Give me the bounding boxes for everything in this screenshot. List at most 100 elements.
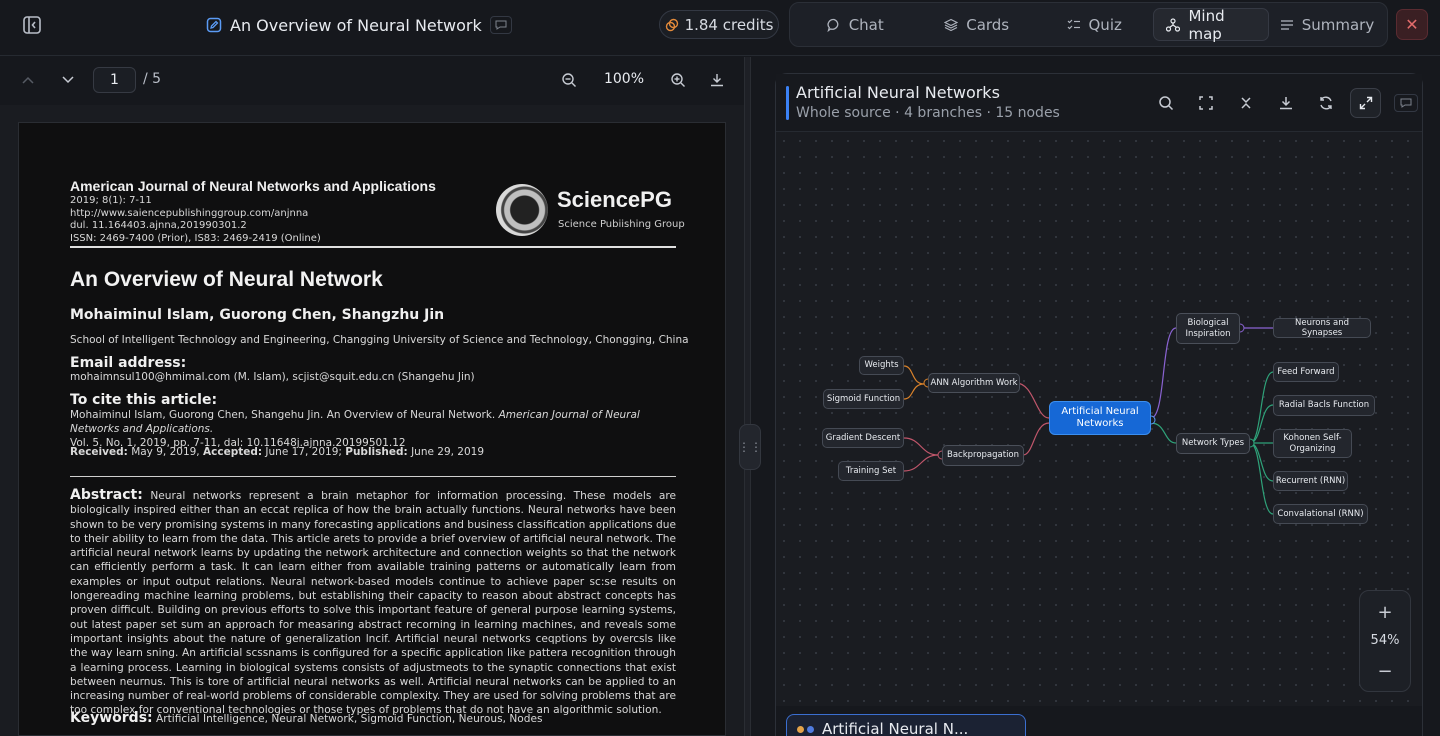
keywords: Keywords: Artificial Intelligence, Neura… [70,710,543,726]
download-icon[interactable] [708,71,726,89]
accepted-label: Accepted: [203,446,263,458]
node-radial-basis[interactable]: Radial Bacls Function [1273,395,1375,416]
tab-mind-map-label: Mind map [1188,6,1225,43]
node-network-types[interactable]: Network Types [1176,433,1250,454]
tab-quiz-label: Quiz [1088,15,1122,34]
journal-meta-line: ISSN: 2469-7400 (Prior), IS83: 2469-2419… [70,232,321,244]
mind-map-history-chip[interactable]: Artificial Neural N... [786,714,1026,736]
link-types-conv [1249,442,1274,515]
zoom-in-plus-icon[interactable]: + [1373,600,1397,624]
document-title-group: An Overview of Neural Network [206,12,512,38]
mind-map-chip-label: Artificial Neural N... [822,720,969,736]
link-root-ann [1015,382,1050,419]
title-accent-bar [786,86,789,120]
document-title[interactable]: An Overview of Neural Network [230,16,482,35]
link-root-bio [1150,327,1177,419]
published-label: Published: [345,446,408,458]
node-recurrent[interactable]: Recurrent (RNN) [1273,471,1348,491]
chat-bubble-icon [827,18,841,32]
publication-dates: Received: May 9, 2019, Accepted: June 17… [70,446,484,458]
mind-map-chip-icon [797,725,814,733]
mind-map-zoom-level: 54% [1370,633,1400,648]
journal-meta: 2019; 8(1): 7-11 http://www.saiencepubli… [70,195,490,245]
paper-affiliation: School of Intelligent Technology and Eng… [70,334,689,346]
tab-summary-label: Summary [1301,15,1375,34]
prev-page-chevron-up-icon[interactable] [18,70,38,90]
search-icon[interactable] [1150,88,1181,118]
citation-text: Mohaiminul Islam, Guorong Chen, Shangehu… [70,409,496,421]
node-training-set[interactable]: Training Set [838,461,904,481]
credits-badge[interactable]: 1.84 credits [659,10,779,39]
pdf-zoom-level: 100% [603,71,645,87]
node-sigmoid-function[interactable]: Sigmoid Function [823,389,904,409]
tab-chat[interactable]: Chat [796,8,914,41]
node-feed-forward[interactable]: Feed Forward [1273,362,1339,382]
summary-lines-icon [1280,18,1294,32]
expand-icon[interactable] [1350,88,1381,118]
link-backprop-gradient [903,437,939,456]
received-label: Received: [70,446,128,458]
close-icon: ✕ [1405,15,1419,34]
sidebar-toggle-icon[interactable] [20,13,44,37]
credits-coin-icon [665,18,679,32]
link-backprop-training [903,454,939,472]
link-types-rbf [1249,404,1274,444]
credits-label: 1.84 credits [684,15,774,34]
abstract-divider [70,476,676,477]
link-types-feedforward [1249,371,1274,444]
journal-name: American Journal of Neural Networks and … [70,178,436,194]
link-ann-weights [903,365,925,385]
tab-cards-label: Cards [966,15,1010,34]
collapse-all-icon[interactable] [1230,88,1261,118]
fit-view-icon[interactable] [1190,88,1221,118]
tab-quiz[interactable]: Quiz [1039,8,1150,41]
tab-summary[interactable]: Summary [1273,8,1381,41]
tab-chat-label: Chat [848,15,884,34]
link-root-backprop [1022,422,1050,456]
abstract-heading: Abstract: [70,487,143,503]
tab-mind-map[interactable]: Mind map [1153,6,1269,43]
comment-icon[interactable] [1390,88,1421,118]
paper-title: An Overview of Neural Network [70,268,383,291]
node-ann-algorithm[interactable]: ANN Algorithm Work [928,373,1020,393]
comment-icon[interactable] [489,16,512,34]
zoom-out-minus-icon[interactable]: − [1373,659,1397,683]
node-weights[interactable]: Weights [859,356,904,375]
mind-map-canvas[interactable]: Artificial Neural Networks ANN Algorithm… [776,133,1422,705]
journal-meta-line: 2019; 8(1): 7-11 [70,195,152,206]
node-gradient-descent[interactable]: Gradient Descent [822,428,904,448]
email-heading: Email address: [70,355,187,371]
cite-heading: To cite this article: [70,392,218,408]
zoom-in-icon[interactable] [669,71,687,89]
page-number-input[interactable]: 1 [93,67,136,93]
tab-cards[interactable]: Cards [918,8,1034,41]
download-icon[interactable] [1270,88,1301,118]
node-backpropagation[interactable]: Backpropagation [942,445,1024,466]
mind-map-icon [1166,17,1181,32]
next-page-chevron-down-icon[interactable] [58,70,78,90]
header-divider [70,246,676,248]
mind-map-toolbar [1150,88,1421,118]
email-address: mohaimnsul100@hmimal.com (M. Islam), scj… [70,371,475,383]
zoom-out-icon[interactable] [560,71,578,89]
page-total: / 5 [143,71,162,87]
node-biological-inspiration[interactable]: Biological Inspiration [1176,313,1240,344]
journal-meta-line: dul. 11.164403.ajnna,201990301.2 [70,220,247,231]
close-button[interactable]: ✕ [1396,9,1428,40]
keywords-heading: Keywords: [70,710,153,726]
node-neurons-synapses[interactable]: Neurons and Synapses [1273,318,1371,338]
journal-meta-line: http://www.saiencepublishinggroup.com/an… [70,207,309,219]
regenerate-icon[interactable] [1310,88,1341,118]
pane-divider[interactable] [744,57,751,736]
publisher-subtitle: Science Pubiishing Group [558,219,685,230]
mind-map-title: Artificial Neural Networks [796,83,1000,102]
drag-handle-icon[interactable]: ⋮⋮ [738,424,762,470]
mode-tabs: Chat Cards Quiz Mind map Summary [789,2,1388,47]
accepted-date: June 17, 2019; [265,446,342,458]
node-root[interactable]: Artificial Neural Networks [1049,401,1151,435]
sciencepg-logo-icon [496,184,548,236]
cards-stack-icon [944,18,959,32]
citation: Mohaiminul Islam, Guorong Chen, Shangehu… [70,408,676,450]
node-kohonen[interactable]: Kohonen Self-Organizing [1273,429,1352,458]
node-convolutional[interactable]: Convalational (RNN) [1273,504,1368,524]
